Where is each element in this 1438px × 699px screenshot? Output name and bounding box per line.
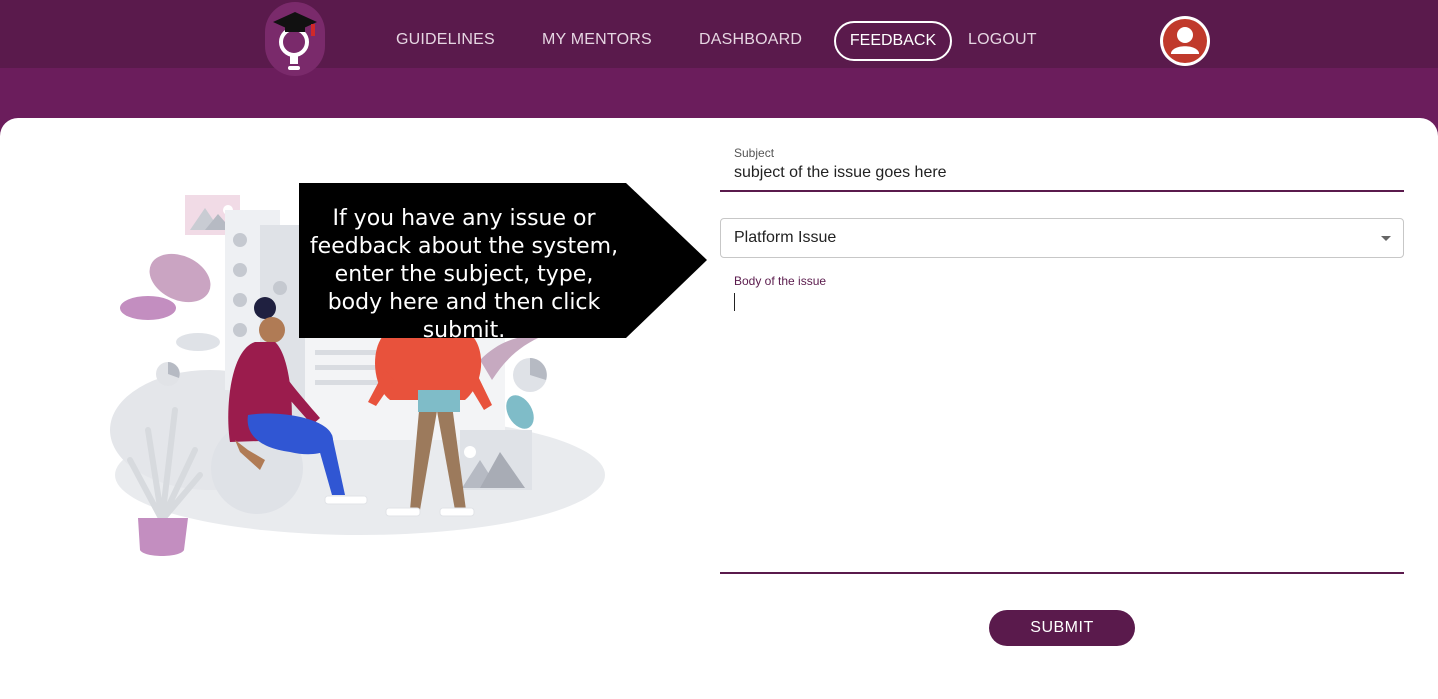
logo[interactable]: [265, 2, 325, 76]
subject-input[interactable]: subject of the issue goes here: [734, 164, 947, 182]
graduation-cap-lightbulb-icon: [273, 12, 317, 70]
text-cursor: [734, 293, 735, 311]
subject-underline: [720, 190, 1404, 192]
issue-body-textarea[interactable]: [720, 270, 1404, 572]
profile-avatar-button[interactable]: [1160, 16, 1210, 66]
nav-guidelines[interactable]: GUIDELINES: [396, 30, 495, 50]
nav-dashboard[interactable]: DASHBOARD: [699, 30, 802, 50]
nav-my-mentors[interactable]: MY MENTORS: [542, 30, 652, 50]
user-avatar-icon: [1163, 19, 1207, 63]
subject-label: Subject: [734, 146, 775, 160]
issue-type-select[interactable]: Platform Issue: [720, 218, 1404, 258]
submit-button[interactable]: SUBMIT: [989, 610, 1135, 646]
nav-feedback-active[interactable]: FEEDBACK: [834, 21, 952, 61]
body-underline: [720, 572, 1404, 574]
body-label: Body of the issue: [734, 274, 827, 288]
nav-logout[interactable]: LOGOUT: [968, 30, 1037, 50]
callout-text: If you have any issue or feedback about …: [309, 206, 619, 343]
chevron-down-icon: [1381, 236, 1391, 241]
issue-type-value: Platform Issue: [734, 229, 837, 246]
help-callout: If you have any issue or feedback about …: [299, 183, 709, 343]
